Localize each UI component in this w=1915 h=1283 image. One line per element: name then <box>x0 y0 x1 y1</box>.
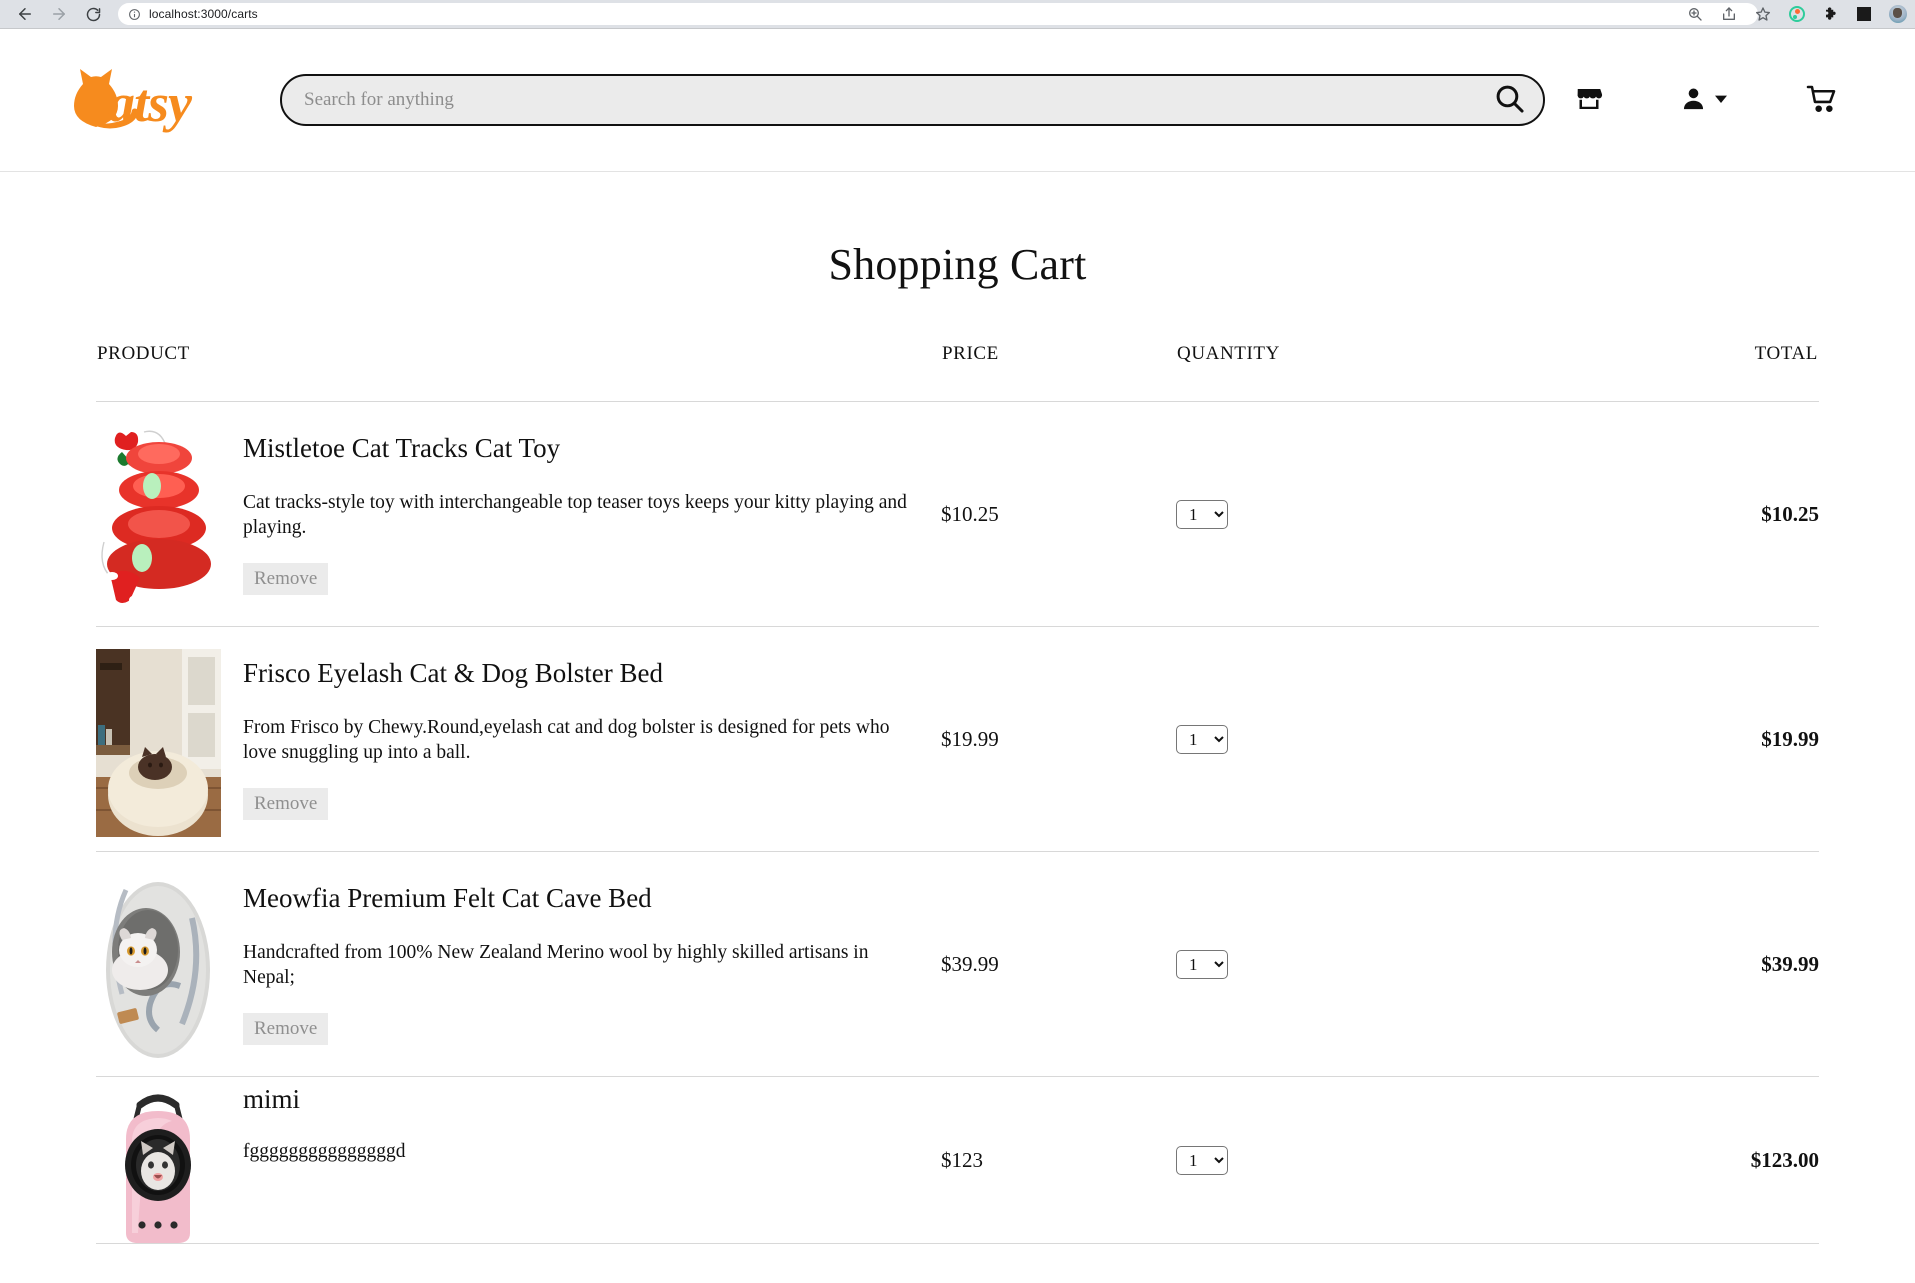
address-bar[interactable]: localhost:3000/carts <box>118 3 1758 25</box>
cart-button[interactable] <box>1805 83 1839 118</box>
shop-button[interactable] <box>1574 84 1604 117</box>
quantity-select[interactable]: 12345 <box>1176 724 1228 754</box>
column-header-quantity: QUANTITY <box>1176 342 1506 402</box>
reload-icon[interactable] <box>84 5 102 23</box>
search-bar <box>280 74 1545 126</box>
table-row: Meowfia Premium Felt Cat Cave Bed Handcr… <box>96 851 1819 1077</box>
column-header-product: PRODUCT <box>96 342 941 402</box>
quantity-select[interactable]: 12345 <box>1176 499 1228 529</box>
remove-button[interactable]: Remove <box>243 1013 329 1045</box>
shopping-cart-icon <box>1805 83 1839 118</box>
forward-arrow-icon[interactable] <box>50 5 68 23</box>
product-thumbnail[interactable] <box>96 874 221 1062</box>
product-description: Cat tracks-style toy with interchangeabl… <box>243 491 907 539</box>
address-bar-url: localhost:3000/carts <box>149 7 258 21</box>
product-info: Meowfia Premium Felt Cat Cave Bed Handcr… <box>221 866 923 1045</box>
search-icon <box>1493 82 1527 119</box>
product-price: $123 <box>941 1076 1176 1244</box>
product-price: $39.99 <box>941 851 1176 1077</box>
product-quantity-cell: 12345 <box>1176 1076 1506 1244</box>
product-title[interactable]: Mistletoe Cat Tracks Cat Toy <box>243 433 923 464</box>
product-cell: Frisco Eyelash Cat & Dog Bolster Bed Fro… <box>96 626 941 852</box>
page-title: Shopping Cart <box>828 240 1087 289</box>
star-icon[interactable] <box>1755 6 1771 22</box>
product-description: Handcrafted from 100% New Zealand Merino… <box>243 941 869 989</box>
back-arrow-icon[interactable] <box>16 5 34 23</box>
table-row: Mistletoe Cat Tracks Cat Toy Cat tracks-… <box>96 401 1819 627</box>
product-quantity-cell: 12345 <box>1176 401 1506 627</box>
product-info: Mistletoe Cat Tracks Cat Toy Cat tracks-… <box>221 416 923 595</box>
cart-table-body: Mistletoe Cat Tracks Cat Toy Cat tracks-… <box>96 401 1819 1244</box>
cart-page: Shopping Cart PRODUCT PRICE QUANTITY TOT… <box>0 239 1915 1244</box>
store-icon <box>1574 84 1604 117</box>
table-row: mimi fgggggggggggggggd $123 12345 $123.0… <box>96 1076 1819 1244</box>
svg-text:atsy: atsy <box>108 73 193 133</box>
share-icon[interactable] <box>1721 6 1737 22</box>
product-thumbnail[interactable] <box>96 1083 221 1243</box>
browser-toolbar-actions <box>1687 0 1907 28</box>
product-price: $10.25 <box>941 401 1176 627</box>
column-header-price: PRICE <box>941 342 1176 402</box>
product-total: $39.99 <box>1506 851 1819 1077</box>
product-cell: Mistletoe Cat Tracks Cat Toy Cat tracks-… <box>96 401 941 627</box>
cart-table-head: PRODUCT PRICE QUANTITY TOTAL <box>96 342 1819 402</box>
product-quantity-cell: 12345 <box>1176 626 1506 852</box>
zoom-in-icon[interactable] <box>1687 6 1703 22</box>
product-cell: mimi fgggggggggggggggd <box>96 1076 941 1244</box>
product-title[interactable]: Frisco Eyelash Cat & Dog Bolster Bed <box>243 658 923 689</box>
product-info: mimi fgggggggggggggggd <box>221 1077 406 1186</box>
cart-table: PRODUCT PRICE QUANTITY TOTAL Mistletoe C… <box>96 342 1819 1244</box>
product-title[interactable]: mimi <box>243 1084 406 1115</box>
product-total: $123.00 <box>1506 1076 1819 1244</box>
product-info: Frisco Eyelash Cat & Dog Bolster Bed Fro… <box>221 641 923 820</box>
browser-nav-buttons <box>10 5 102 23</box>
quantity-select[interactable]: 12345 <box>1176 1145 1228 1175</box>
product-quantity-cell: 12345 <box>1176 851 1506 1077</box>
account-button[interactable] <box>1680 84 1729 117</box>
remove-button[interactable]: Remove <box>243 788 329 820</box>
product-description: From Frisco by Chewy.Round,eyelash cat a… <box>243 716 890 764</box>
product-total: $10.25 <box>1506 401 1819 627</box>
chevron-down-icon <box>1713 91 1729 110</box>
product-total: $19.99 <box>1506 626 1819 852</box>
cart-header-row: PRODUCT PRICE QUANTITY TOTAL <box>96 342 1819 402</box>
product-cell: Meowfia Premium Felt Cat Cave Bed Handcr… <box>96 851 941 1077</box>
remove-button[interactable]: Remove <box>243 563 329 595</box>
product-description: fgggggggggggggggd <box>243 1140 406 1162</box>
browser-toolbar: localhost:3000/carts <box>0 0 1915 28</box>
extension-icon[interactable] <box>1789 6 1805 22</box>
site-info-icon[interactable] <box>128 8 141 21</box>
user-account-icon <box>1680 84 1707 117</box>
table-row: Frisco Eyelash Cat & Dog Bolster Bed Fro… <box>96 626 1819 852</box>
product-price: $19.99 <box>941 626 1176 852</box>
site-logo[interactable]: atsy <box>50 63 235 138</box>
column-header-total: TOTAL <box>1506 342 1819 402</box>
profile-avatar-icon[interactable] <box>1889 5 1907 23</box>
search-button[interactable] <box>1491 81 1529 119</box>
product-title[interactable]: Meowfia Premium Felt Cat Cave Bed <box>243 883 923 914</box>
puzzle-piece-icon[interactable] <box>1823 6 1839 22</box>
product-thumbnail[interactable] <box>96 649 221 837</box>
search-input[interactable] <box>280 74 1545 126</box>
side-panel-icon[interactable] <box>1857 7 1871 21</box>
header-actions <box>1574 83 1875 118</box>
site-header: atsy <box>0 29 1915 172</box>
product-thumbnail[interactable] <box>96 424 221 612</box>
quantity-select[interactable]: 12345 <box>1176 949 1228 979</box>
